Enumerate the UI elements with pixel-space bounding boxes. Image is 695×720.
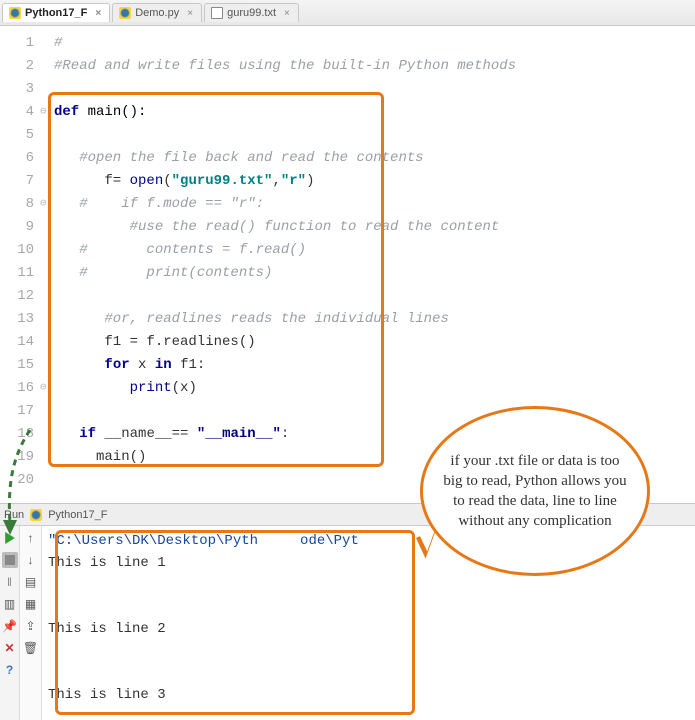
tab-demo[interactable]: Demo.py × [112, 3, 202, 22]
run-toolbar-secondary: ↑ ↓ ▤ ▦ ⇪ 🗑 [20, 526, 42, 720]
string-literal: "r" [281, 173, 306, 189]
code-line: f1 = f.readlines() [54, 334, 256, 350]
close-icon[interactable]: × [187, 8, 193, 19]
code-line: # print(contents) [54, 265, 272, 281]
code-text: f= [54, 173, 130, 189]
builtin-print: print [130, 380, 172, 396]
run-config-name: Python17_F [48, 509, 107, 521]
trash-icon[interactable]: 🗑 [23, 640, 39, 656]
down-icon[interactable]: ↓ [23, 552, 39, 568]
tab-label: Demo.py [135, 7, 179, 19]
callout-text: if your .txt file or data is too big to … [441, 451, 629, 532]
code-line: #open the file back and read the content… [54, 150, 424, 166]
export-icon[interactable]: ⇪ [23, 618, 39, 634]
console-line: This is line 3 [48, 687, 166, 703]
python-file-icon [9, 7, 21, 19]
line-number-gutter: 1 2 3 4 5 6 7 8 9 10 11 12 13 14 15 16 1… [0, 26, 40, 503]
annotation-callout: if your .txt file or data is too big to … [420, 406, 650, 576]
close-icon[interactable]: ✕ [2, 640, 18, 656]
keyword-for: for [104, 357, 129, 373]
keyword-in: in [155, 357, 172, 373]
code-line: #or, readlines reads the individual line… [54, 311, 449, 327]
tab-python17[interactable]: Python17_F × [2, 3, 110, 22]
text-file-icon [211, 7, 223, 19]
console-line: This is line 1 [48, 555, 166, 571]
code-line: # contents = f.read() [54, 242, 306, 258]
run-toolbar-primary: ‖ ▥ 📌 ✕ ? [0, 526, 20, 720]
pin-icon[interactable]: 📌 [2, 618, 18, 634]
editor-tabbar: Python17_F × Demo.py × guru99.txt × [0, 0, 695, 26]
console-line: This is line 2 [48, 621, 166, 637]
keyword-def: def [54, 104, 79, 120]
tab-guru99[interactable]: guru99.txt × [204, 3, 299, 22]
python-file-icon [119, 7, 131, 19]
tab-label: Python17_F [25, 7, 87, 19]
close-icon[interactable]: × [284, 8, 290, 19]
keyword-if: if [79, 426, 96, 442]
string-literal: "__main__" [197, 426, 281, 442]
string-literal: "guru99.txt" [172, 173, 273, 189]
code-line: # [54, 35, 62, 51]
code-line: #use the read() function to read the con… [54, 219, 499, 235]
code-line: main() [54, 449, 146, 465]
layout-icon[interactable]: ▤ [23, 574, 39, 590]
pause-icon[interactable]: ‖ [2, 574, 18, 590]
python-file-icon [30, 509, 42, 521]
run-icon[interactable] [2, 530, 18, 546]
stop-icon[interactable] [2, 552, 18, 568]
help-icon[interactable]: ? [2, 662, 18, 678]
fold-gutter[interactable]: ⊖ ⊖ ⊖ [40, 26, 54, 503]
up-icon[interactable]: ↑ [23, 530, 39, 546]
code-line: #Read and write files using the built-in… [54, 58, 516, 74]
console-path: "C:\Users\DK\Desktop\Pyth ode\Pyt [48, 533, 359, 549]
run-panel-label: Run [4, 509, 24, 521]
layout-icon[interactable]: ▥ [2, 596, 18, 612]
code-line: # if f.mode == "r": [54, 196, 264, 212]
tab-label: guru99.txt [227, 7, 276, 19]
settings-icon[interactable]: ▦ [23, 596, 39, 612]
fn-name: main(): [79, 104, 146, 120]
builtin-open: open [130, 173, 164, 189]
close-icon[interactable]: × [95, 8, 101, 19]
